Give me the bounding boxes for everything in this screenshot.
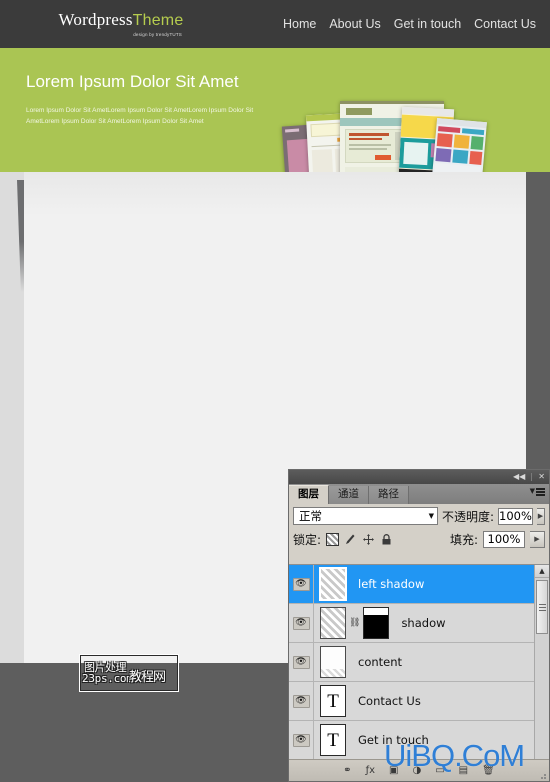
brush-lock-icon[interactable] (344, 533, 357, 546)
lock-row: 锁定: 填充: 100% ▶ (289, 528, 549, 550)
layer-visibility-cell[interactable]: 👁 (289, 604, 314, 642)
layer-name: shadow (401, 616, 446, 630)
canvas-watermark-line3: 教程网 (129, 670, 166, 685)
panel-tabs: 图层 通道 路径 ▼ (289, 484, 549, 504)
text-layer-thumbnail: T (320, 685, 346, 717)
tab-channels[interactable]: 通道 (329, 486, 369, 504)
site-header: WordpressTheme design by trendyTUTS Home… (0, 0, 550, 48)
table-row[interactable]: 👁 content (289, 643, 549, 682)
layer-thumbnail (320, 607, 346, 639)
nav-item-home[interactable]: Home (283, 17, 316, 31)
nav-item-get-in-touch[interactable]: Get in touch (394, 17, 461, 31)
new-group-icon[interactable]: ▭ (435, 765, 444, 776)
transparency-lock-icon[interactable] (326, 532, 340, 546)
layer-style-fx-icon[interactable]: ƒx (366, 765, 375, 776)
logo-subtitle: design by trendyTUTS (133, 32, 182, 37)
panel-menu-caret-icon: ▼ (529, 487, 535, 496)
blend-mode-value: 正常 (299, 509, 322, 523)
table-row[interactable]: 👁 T Contact Us (289, 682, 549, 721)
layer-mask-thumbnail (363, 607, 390, 639)
layer-thumbnail-cell[interactable]: T (314, 685, 352, 717)
layers-panel: ◀◀ ✕ 图层 通道 路径 ▼ 正常 ▼ 不透明度: 100% ▶ 锁定: 填充… (288, 469, 550, 782)
eye-icon[interactable]: 👁 (292, 733, 310, 747)
eye-icon[interactable]: 👁 (292, 655, 310, 669)
hero-title: Lorem Ipsum Dolor Sit Amet (26, 72, 239, 91)
delete-layer-icon[interactable]: 🗑 (482, 765, 495, 776)
layer-visibility-cell[interactable]: 👁 (289, 643, 314, 681)
layer-thumbnail-cell[interactable]: T (314, 724, 352, 756)
logo-text: WordpressTheme (56, 10, 186, 31)
layer-thumbnail-cell[interactable] (314, 646, 352, 678)
table-row[interactable]: 👁 T Get in touch (289, 721, 549, 759)
canvas-watermark-line2: 23ps.com (82, 672, 133, 685)
layer-name: Get in touch (358, 733, 429, 747)
layer-thumbnail-cell[interactable] (314, 567, 352, 601)
layer-visibility-cell[interactable]: 👁 (289, 721, 314, 759)
layer-thumbnail-cell[interactable]: ⛓ (314, 607, 395, 639)
scrollbar-thumb[interactable] (536, 580, 548, 634)
text-layer-thumbnail: T (320, 724, 346, 756)
logo-accent-text: Theme (132, 12, 184, 29)
hero-body-text: Lorem Ipsum Dolor Sit AmetLorem Ipsum Do… (26, 107, 254, 125)
mask-link-icon[interactable]: ⛓ (349, 618, 360, 628)
opacity-stepper-icon[interactable]: ▶ (536, 507, 545, 525)
layer-name: Contact Us (358, 694, 421, 708)
adjustment-layer-icon[interactable]: ◑ (412, 765, 421, 776)
scroll-up-icon[interactable]: ▲ (535, 565, 549, 578)
all-lock-icon[interactable] (380, 533, 393, 546)
move-lock-icon[interactable] (362, 533, 375, 546)
hero-banner: Lorem Ipsum Dolor Sit Amet Lorem Ipsum D… (0, 48, 550, 209)
panel-resize-grip-icon[interactable] (540, 772, 548, 780)
titlebar-divider (531, 473, 533, 481)
eye-icon[interactable]: 👁 (292, 577, 310, 591)
panel-menu-icon[interactable]: ▼ (530, 488, 545, 496)
logo-main-text: Wordpress (58, 10, 133, 29)
layer-visibility-cell[interactable]: 👁 (289, 682, 314, 720)
scrollbar-grip-icon (538, 603, 546, 611)
lock-label: 锁定: (293, 532, 322, 547)
opacity-input[interactable]: 100% (498, 507, 533, 525)
fill-stepper-icon[interactable]: ▶ (530, 530, 545, 548)
layers-panel-footer: ⚭ ƒx ▣ ◑ ▭ ▤ 🗑 (289, 759, 549, 781)
panel-titlebar[interactable]: ◀◀ ✕ (289, 470, 549, 484)
nav-item-contact-us[interactable]: Contact Us (474, 17, 536, 31)
eye-icon[interactable]: 👁 (292, 694, 310, 708)
site-nav: Home About Us Get in touch Contact Us (283, 17, 536, 31)
opacity-label: 不透明度: (442, 509, 495, 524)
layer-name: content (358, 655, 403, 669)
layer-visibility-cell[interactable]: 👁 (289, 565, 314, 603)
add-mask-icon[interactable]: ▣ (389, 765, 398, 776)
chevron-down-icon: ▼ (428, 512, 434, 520)
screen: WordpressTheme design by trendyTUTS Home… (0, 0, 550, 782)
site-logo[interactable]: WordpressTheme design by trendyTUTS (56, 10, 186, 37)
nav-item-about-us[interactable]: About Us (329, 17, 380, 31)
new-layer-icon[interactable]: ▤ (459, 765, 468, 776)
panel-menu-bars-icon (536, 488, 545, 496)
layer-thumbnail (320, 646, 346, 678)
layers-scrollbar[interactable]: ▲ (534, 565, 549, 759)
table-row[interactable]: 👁 left shadow (289, 565, 549, 604)
tab-layers[interactable]: 图层 (289, 485, 329, 504)
layer-thumbnail (319, 567, 347, 601)
fill-label: 填充: (449, 532, 478, 547)
close-icon[interactable]: ✕ (538, 473, 545, 481)
blend-mode-select[interactable]: 正常 ▼ (293, 507, 438, 525)
collapse-panel-icon[interactable]: ◀◀ (513, 473, 525, 481)
fill-input[interactable]: 100% (483, 530, 525, 548)
layer-name: left shadow (358, 577, 425, 591)
eye-icon[interactable]: 👁 (292, 616, 310, 630)
table-row[interactable]: 👁 ⛓ shadow (289, 604, 549, 643)
link-layers-icon[interactable]: ⚭ (343, 765, 351, 776)
canvas-watermark: 图片处理 23ps.com 教程网 (79, 654, 179, 692)
layers-list[interactable]: 👁 left shadow 👁 ⛓ shadow 👁 content 👁 T C… (289, 564, 549, 759)
tab-paths[interactable]: 路径 (369, 486, 409, 504)
blend-mode-row: 正常 ▼ 不透明度: 100% ▶ (289, 504, 549, 528)
